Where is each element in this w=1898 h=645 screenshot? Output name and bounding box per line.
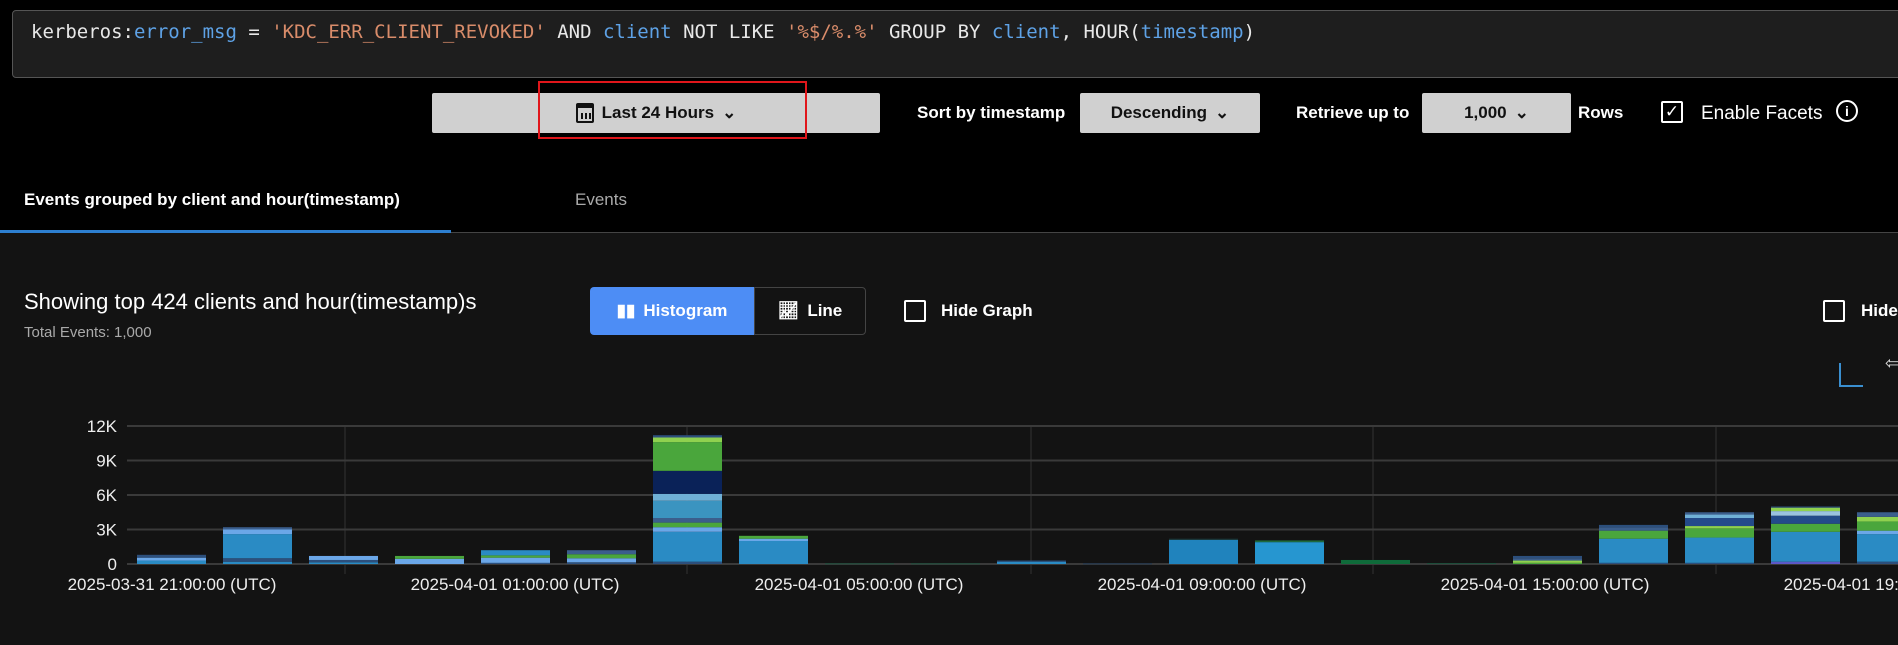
bar-segment (1513, 558, 1582, 561)
bar-segment (1427, 563, 1496, 565)
bar-segment (481, 562, 550, 564)
y-tick-label: 0 (108, 555, 117, 574)
histogram-chart: 0 3K 6K 9K 12K 2025-03-31 21:00:00 (UTC) 2025-… (68, 417, 1898, 594)
bar-segment (653, 522, 722, 528)
bar-segment (1341, 559, 1410, 564)
bar-segment (223, 527, 292, 530)
bar-segment (997, 561, 1066, 564)
bar-segment (309, 562, 378, 564)
bar-segment (137, 554, 206, 558)
bar-segment (567, 562, 636, 564)
bar-segment (1599, 530, 1668, 539)
bar-segment (223, 529, 292, 535)
bar-segment (997, 560, 1066, 562)
bar-segment (653, 435, 722, 438)
bar-segment (1771, 507, 1840, 512)
bar-segment (1599, 538, 1668, 563)
y-tick-label: 6K (96, 486, 117, 505)
bar-segment (825, 563, 894, 565)
bar-segment (1685, 512, 1754, 515)
bar-segment (1685, 518, 1754, 527)
bar-segment (653, 470, 722, 494)
bar-segment (223, 534, 292, 559)
bar-segment (395, 558, 464, 564)
bar-segment (567, 550, 636, 555)
bar-segment (1857, 530, 1898, 535)
bar-segment (1771, 515, 1840, 524)
bar-segment (223, 561, 292, 564)
bar-segment (653, 531, 722, 562)
bar-segment (1599, 562, 1668, 564)
bar-segment (1857, 534, 1898, 562)
bar-segment (481, 555, 550, 558)
bar-segment (1513, 560, 1582, 563)
bar-segment (1685, 528, 1754, 538)
bar-segment (223, 558, 292, 562)
bar-segment (653, 442, 722, 471)
bar-segment (1857, 561, 1898, 564)
bar-segment (137, 557, 206, 561)
bar-segment (1857, 516, 1898, 522)
bar-segment (1513, 555, 1582, 559)
bar-segment (653, 527, 722, 532)
bar-segment (1685, 514, 1754, 518)
bar-segment (137, 560, 206, 564)
bar-segment (739, 541, 808, 564)
bar-segment (1083, 563, 1152, 565)
bar-segment (1771, 506, 1840, 508)
bar-segment (567, 558, 636, 563)
bar-segment (1685, 562, 1754, 564)
bar-segment (1771, 523, 1840, 532)
bar-segment (395, 555, 464, 559)
x-tick-label: 2025-04-01 05:00:00 (UTC) (755, 575, 964, 594)
bar-segment (1771, 561, 1840, 564)
bar-segment (309, 555, 378, 560)
bar-segment (739, 535, 808, 539)
bar-segment (1255, 542, 1324, 564)
bar-segment (1169, 539, 1238, 564)
bar-segment (567, 554, 636, 559)
x-tick-label: 2025-04-01 09:00:00 (UTC) (1098, 575, 1307, 594)
bar-segment (1255, 540, 1324, 543)
x-tick-label: 2025-03-31 21:00:00 (UTC) (68, 575, 277, 594)
bar-segment (1599, 527, 1668, 531)
bar-segment (1599, 524, 1668, 528)
bar-segment (1771, 531, 1840, 562)
bar-segment (481, 557, 550, 563)
x-tick-label: 2025-04-01 15:00:00 (UTC) (1441, 575, 1650, 594)
bar-segment (653, 518, 722, 523)
x-tick-label: 2025-04-01 19:00:00 (UTC) (1784, 575, 1898, 594)
bar-segment (1513, 562, 1582, 564)
bar-segment (1169, 538, 1238, 540)
bar-segment (1685, 537, 1754, 563)
bar-segment (1857, 512, 1898, 517)
bar-segment (1771, 511, 1840, 516)
y-tick-label: 9K (96, 452, 117, 471)
bar-segment (653, 500, 722, 518)
bar-segment (1857, 521, 1898, 531)
bar-segment (653, 561, 722, 564)
x-tick-label: 2025-04-01 01:00:00 (UTC) (411, 575, 620, 594)
bar-segment (653, 493, 722, 501)
bar-segment (309, 559, 378, 563)
bar-segment (911, 563, 980, 565)
bar-segment (739, 538, 808, 541)
y-tick-label: 3K (96, 521, 117, 540)
bar-segment (1685, 526, 1754, 529)
y-tick-label: 12K (87, 417, 118, 436)
bar-segment (653, 437, 722, 443)
bar-segment (481, 550, 550, 556)
